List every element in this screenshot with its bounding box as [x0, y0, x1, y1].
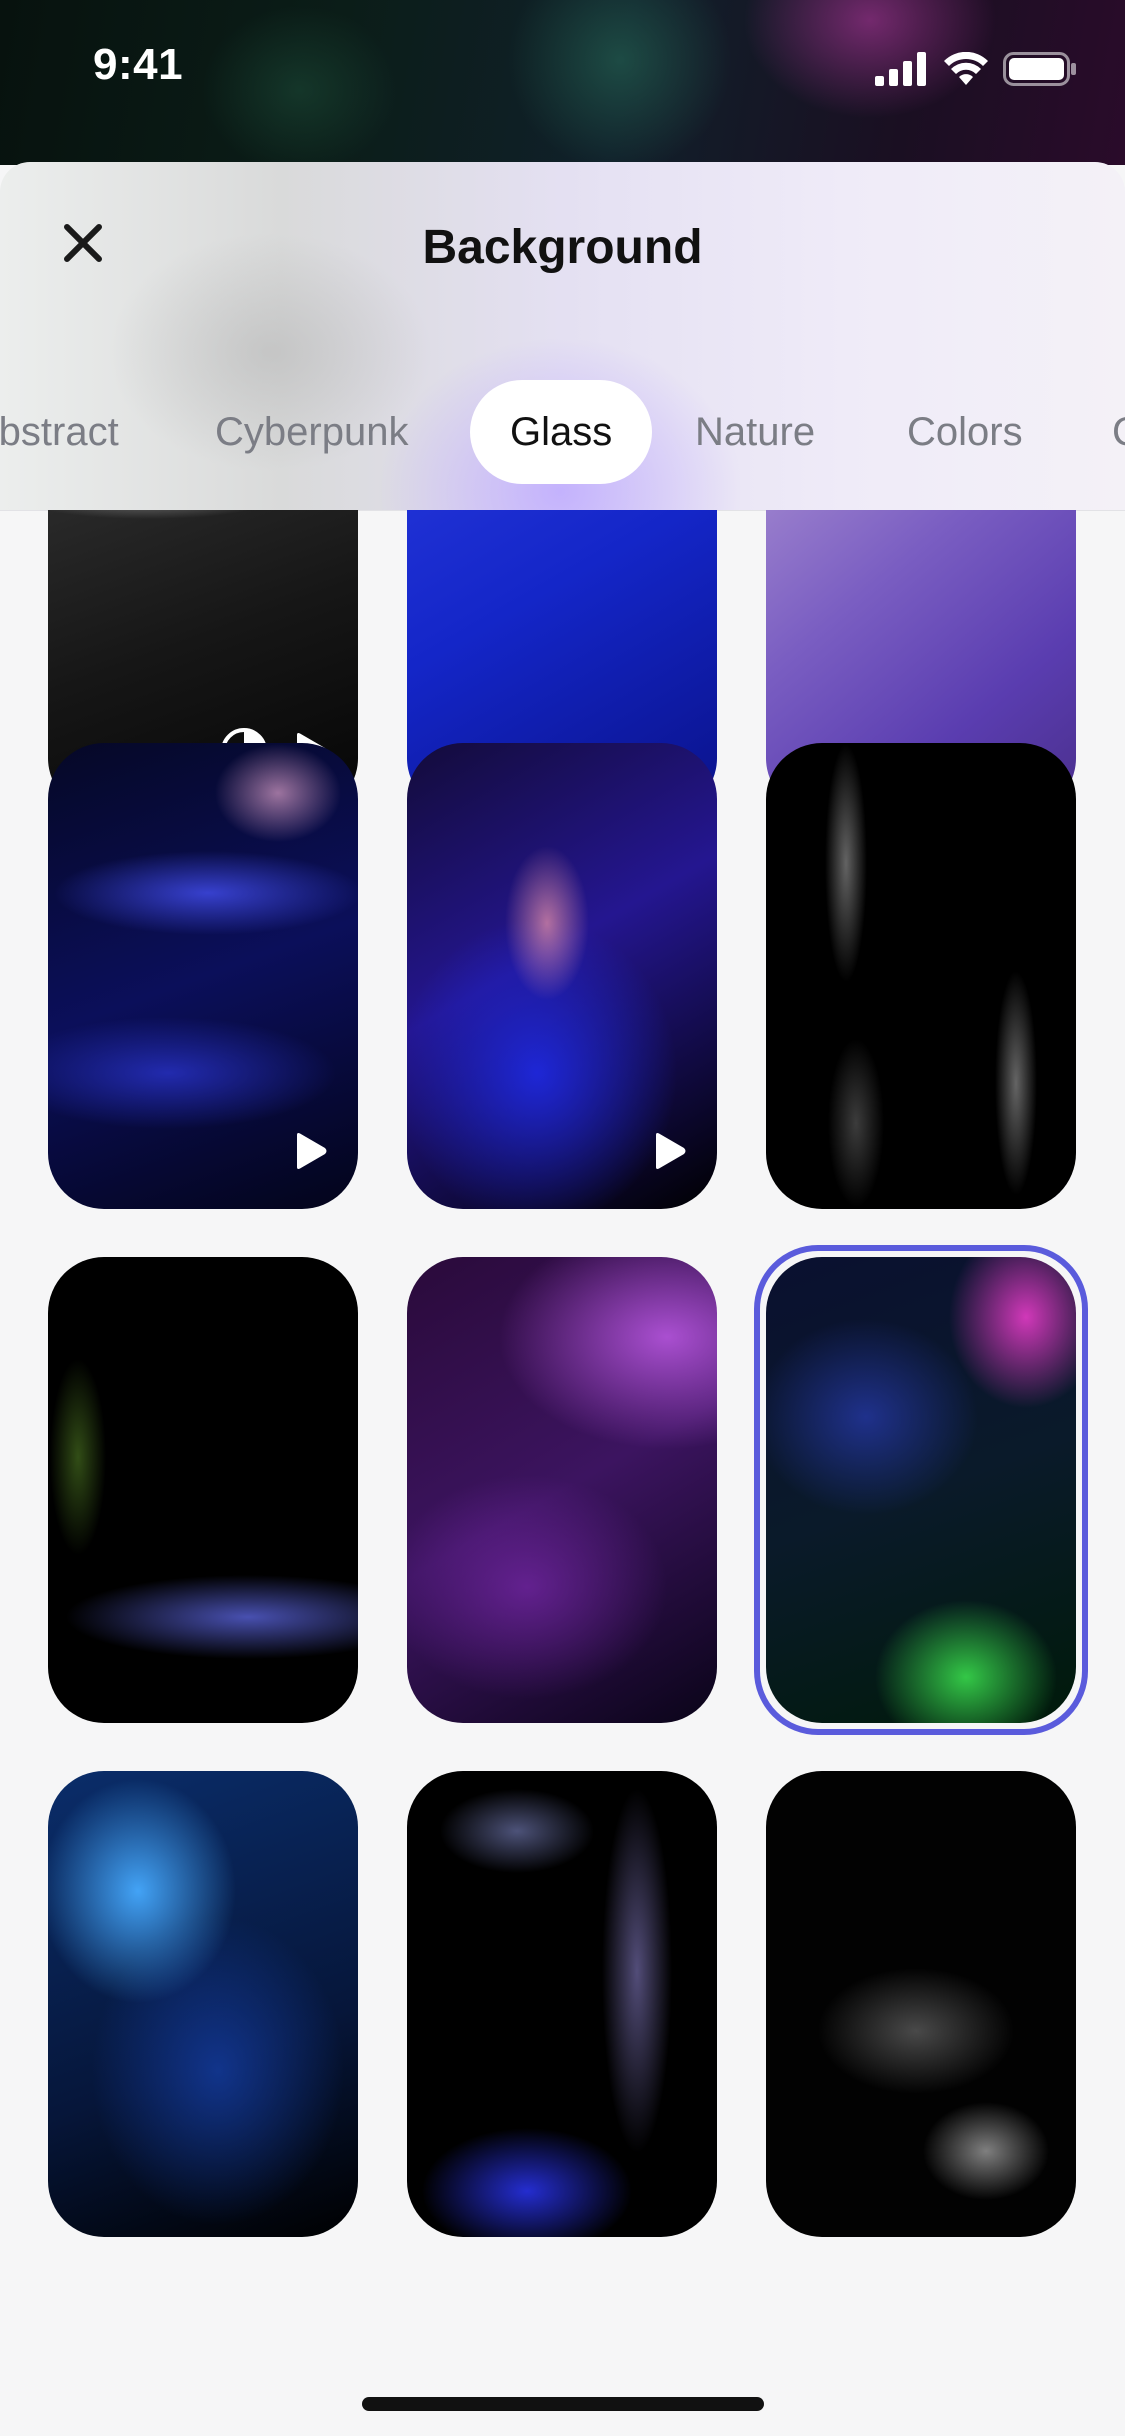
wallpaper-tile[interactable]: [48, 1771, 358, 2237]
tile-badges: [294, 1132, 328, 1175]
cellular-signal-icon: [875, 52, 929, 86]
wallpaper-tile[interactable]: [407, 1257, 717, 1723]
battery-icon: [1003, 52, 1077, 86]
tab-abstract[interactable]: Abstract: [0, 380, 119, 484]
wallpaper-tile[interactable]: [766, 743, 1076, 1209]
play-icon: [653, 1132, 687, 1175]
tab-more[interactable]: C: [1112, 380, 1125, 484]
wallpaper-tile[interactable]: [407, 743, 717, 1209]
tile-badges: [653, 1132, 687, 1175]
wallpaper-tile-selected[interactable]: [766, 1257, 1076, 1723]
tab-cyberpunk[interactable]: Cyberpunk: [215, 380, 408, 484]
sheet-header: Background Abstract Cyberpunk Glass Natu…: [0, 162, 1125, 511]
tab-nature[interactable]: Nature: [695, 380, 815, 484]
home-indicator: [362, 2397, 764, 2411]
wallpaper-tile[interactable]: [48, 743, 358, 1209]
wallpaper-grid: [0, 510, 1125, 2310]
play-icon: [294, 1132, 328, 1175]
wallpaper-tile[interactable]: [407, 1771, 717, 2237]
wifi-icon: [943, 52, 989, 86]
page-title: Background: [422, 221, 703, 274]
tab-glass[interactable]: Glass: [470, 380, 653, 484]
wallpaper-tile[interactable]: [766, 1771, 1076, 2237]
status-bar: 9:41: [0, 0, 1125, 165]
wallpaper-tile[interactable]: [48, 1257, 358, 1723]
category-tabs: Abstract Cyberpunk Glass Nature Colors C: [0, 380, 1125, 490]
status-time: 9:41: [93, 40, 184, 89]
status-icons: [875, 52, 1077, 86]
tab-colors[interactable]: Colors: [907, 380, 1023, 484]
